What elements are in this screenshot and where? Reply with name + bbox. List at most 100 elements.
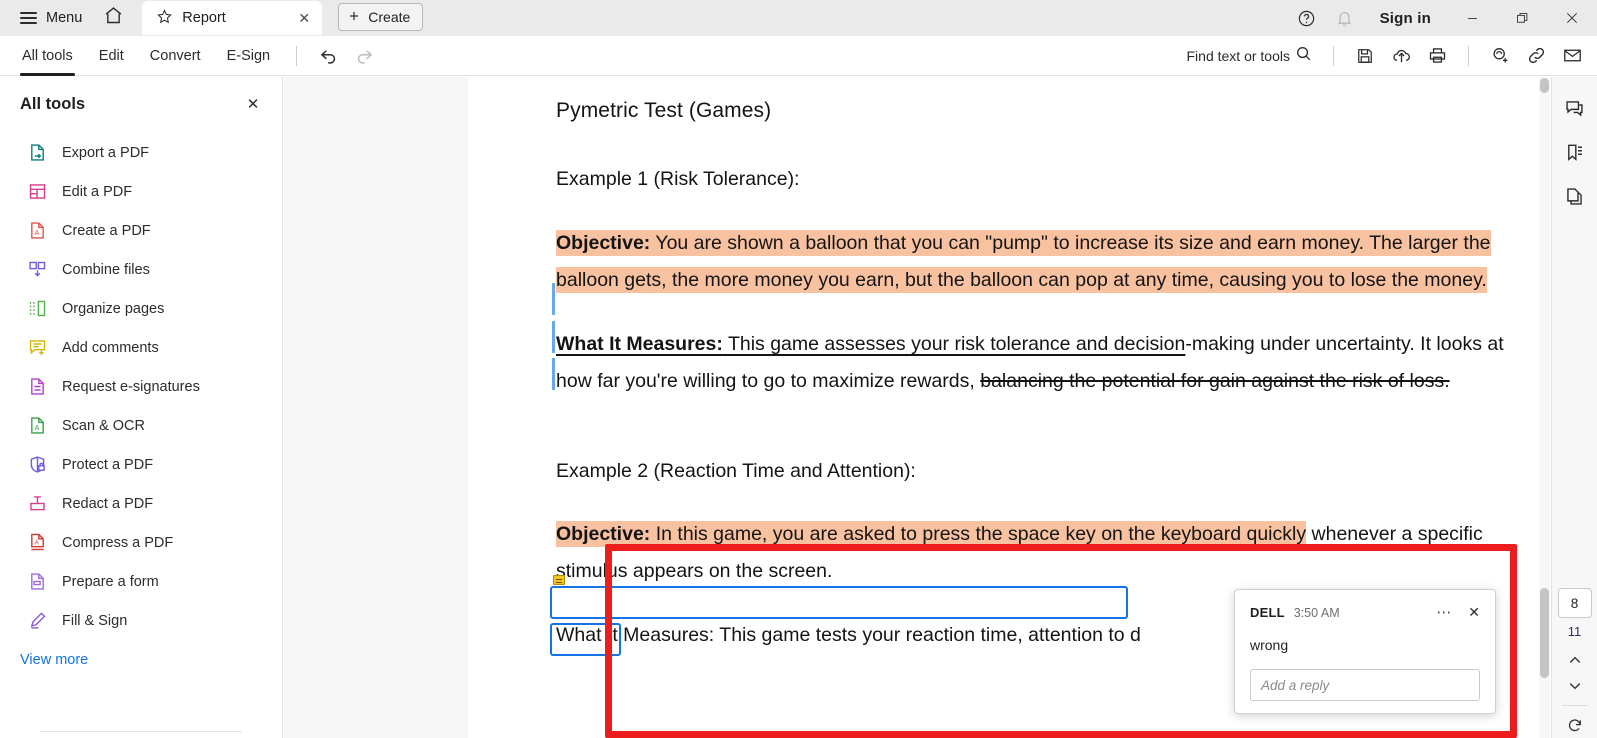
next-page-button[interactable]	[1560, 673, 1590, 699]
tab-all-tools[interactable]: All tools	[10, 36, 85, 76]
previous-page-button[interactable]	[1560, 647, 1590, 673]
minimize-button[interactable]	[1449, 0, 1495, 36]
svg-text:A: A	[34, 425, 39, 432]
compress-pdf-icon: A	[26, 532, 48, 554]
doc-example2-heading: Example 2 (Reaction Time and Attention):	[556, 459, 916, 482]
sidebar-item-export-a-pdf[interactable]: Export a PDF	[0, 133, 282, 172]
sidebar-item-fill-and-sign[interactable]: Fill & Sign	[0, 601, 282, 640]
find-text-or-tools-button[interactable]: Find text or tools	[1187, 44, 1320, 68]
sidebar-item-organize-pages[interactable]: Organize pages	[0, 289, 282, 328]
sidebar-item-label: Add comments	[62, 339, 159, 356]
create-button[interactable]: Create	[338, 3, 424, 31]
close-button[interactable]	[1549, 0, 1595, 36]
comment-popup[interactable]: DELL 3:50 AM ⋯ ✕ wrong Add a reply	[1234, 589, 1496, 714]
document-tab[interactable]: Report ✕	[142, 1, 323, 35]
link-icon[interactable]	[1519, 39, 1553, 73]
more-options-icon[interactable]: ⋯	[1436, 605, 1452, 620]
sidebar-item-label: Prepare a form	[62, 573, 159, 590]
request-esign-icon	[26, 376, 48, 398]
rotate-icon[interactable]	[1560, 712, 1590, 738]
edit-pdf-icon	[26, 181, 48, 203]
bell-icon[interactable]	[1328, 1, 1362, 35]
objective1-text: You are shown a balloon that you can "pu…	[556, 229, 1491, 294]
sidebar-item-label: Create a PDF	[62, 222, 151, 239]
scrollbar-thumb-top[interactable]	[1540, 78, 1549, 93]
home-button[interactable]	[96, 3, 130, 33]
undo-icon[interactable]	[311, 39, 345, 73]
total-pages-label: 11	[1567, 624, 1582, 639]
vertical-scrollbar[interactable]	[1539, 78, 1550, 738]
view-more-link[interactable]: View more	[0, 640, 282, 668]
sidebar-item-protect-a-pdf[interactable]: Protect a PDF	[0, 445, 282, 484]
all-tools-panel: All tools ✕ Export a PDF Edit a PDF A Cr…	[0, 77, 283, 738]
sidebar-item-add-comments[interactable]: Add comments	[0, 328, 282, 367]
sidebar-item-label: Combine files	[62, 261, 150, 278]
help-circle-icon[interactable]	[1290, 1, 1324, 35]
star-icon[interactable]	[156, 8, 173, 29]
page-number-input[interactable]: 8	[1557, 588, 1592, 618]
comment-timestamp: 3:50 AM	[1293, 605, 1340, 620]
doc-spacer	[556, 427, 1508, 453]
bookmarks-panel-icon[interactable]	[1558, 135, 1592, 169]
sidebar-item-label: Edit a PDF	[62, 183, 133, 200]
tab-esign[interactable]: E-Sign	[215, 36, 283, 76]
sidebar-item-label: Compress a PDF	[62, 534, 174, 551]
sidebar-item-label: Protect a PDF	[62, 456, 154, 473]
command-divider	[296, 45, 298, 66]
tab-convert[interactable]: Convert	[138, 36, 213, 76]
redo-icon[interactable]	[347, 39, 381, 73]
command-divider-2	[1333, 45, 1334, 66]
export-pdf-icon	[26, 142, 48, 164]
right-rail: 8 11	[1551, 77, 1597, 738]
tool-list: Export a PDF Edit a PDF A Create a PDF C…	[0, 127, 282, 640]
comment-reply-input[interactable]: Add a reply	[1250, 669, 1480, 701]
tab-close-icon[interactable]: ✕	[294, 8, 314, 28]
print-icon[interactable]	[1420, 39, 1454, 73]
sign-in-button[interactable]: Sign in	[1366, 10, 1445, 27]
command-tabs: All tools Edit Convert E-Sign	[0, 36, 381, 76]
restore-button[interactable]	[1499, 0, 1545, 36]
upload-cloud-icon[interactable]	[1384, 39, 1418, 73]
close-icon[interactable]: ✕	[1468, 604, 1480, 621]
sidebar-item-request-e-signatures[interactable]: Request e-signatures	[0, 367, 282, 406]
panel-divider	[40, 731, 242, 732]
sidebar-item-compress-a-pdf[interactable]: A Compress a PDF	[0, 523, 282, 562]
panel-close-icon[interactable]: ✕	[240, 91, 266, 117]
add-person-icon[interactable]	[1483, 39, 1517, 73]
find-label: Find text or tools	[1186, 47, 1291, 64]
command-bar: All tools Edit Convert E-Sign Find text …	[0, 36, 1597, 76]
tab-edit[interactable]: Edit	[87, 36, 136, 76]
document-viewer[interactable]: Pymetric Test (Games) Example 1 (Risk To…	[284, 77, 1597, 738]
tab-title: Report	[182, 10, 226, 26]
menu-button[interactable]: Menu	[12, 3, 90, 33]
page-thumbnails-icon[interactable]	[1558, 179, 1592, 213]
hamburger-icon	[20, 11, 37, 25]
svg-text:A: A	[34, 539, 39, 546]
panel-header: All tools ✕	[0, 77, 282, 127]
sidebar-item-prepare-a-form[interactable]: Prepare a form	[0, 562, 282, 601]
save-icon[interactable]	[1348, 39, 1382, 73]
svg-text:A: A	[34, 228, 39, 237]
sidebar-item-scan-and-ocr[interactable]: A Scan & OCR	[0, 406, 282, 445]
sidebar-item-redact-a-pdf[interactable]: Redact a PDF	[0, 484, 282, 523]
sidebar-item-create-a-pdf[interactable]: A Create a PDF	[0, 211, 282, 250]
highlight-edge-bar	[552, 358, 555, 390]
sidebar-item-combine-files[interactable]: Combine files	[0, 250, 282, 289]
objective2-label: Objective:	[556, 520, 651, 547]
sidebar-item-label: Scan & OCR	[62, 417, 145, 434]
search-icon[interactable]	[1294, 44, 1313, 68]
comments-panel-icon[interactable]	[1558, 91, 1592, 125]
command-bar-right: Find text or tools	[1187, 39, 1597, 73]
sidebar-item-label: Redact a PDF	[62, 495, 154, 512]
sidebar-item-edit-a-pdf[interactable]: Edit a PDF	[0, 172, 282, 211]
scrollbar-thumb[interactable]	[1540, 588, 1549, 678]
fill-sign-icon	[26, 610, 48, 632]
command-divider-3	[1468, 45, 1469, 66]
menu-label: Menu	[46, 10, 83, 26]
email-icon[interactable]	[1555, 39, 1589, 73]
acrobat-window: Menu Report ✕ Create Sign in All tools E…	[0, 0, 1597, 738]
comment-note-flag-icon[interactable]	[553, 575, 565, 585]
sidebar-item-label: Export a PDF	[62, 144, 150, 161]
plus-icon	[347, 9, 361, 26]
create-pdf-icon: A	[26, 220, 48, 242]
